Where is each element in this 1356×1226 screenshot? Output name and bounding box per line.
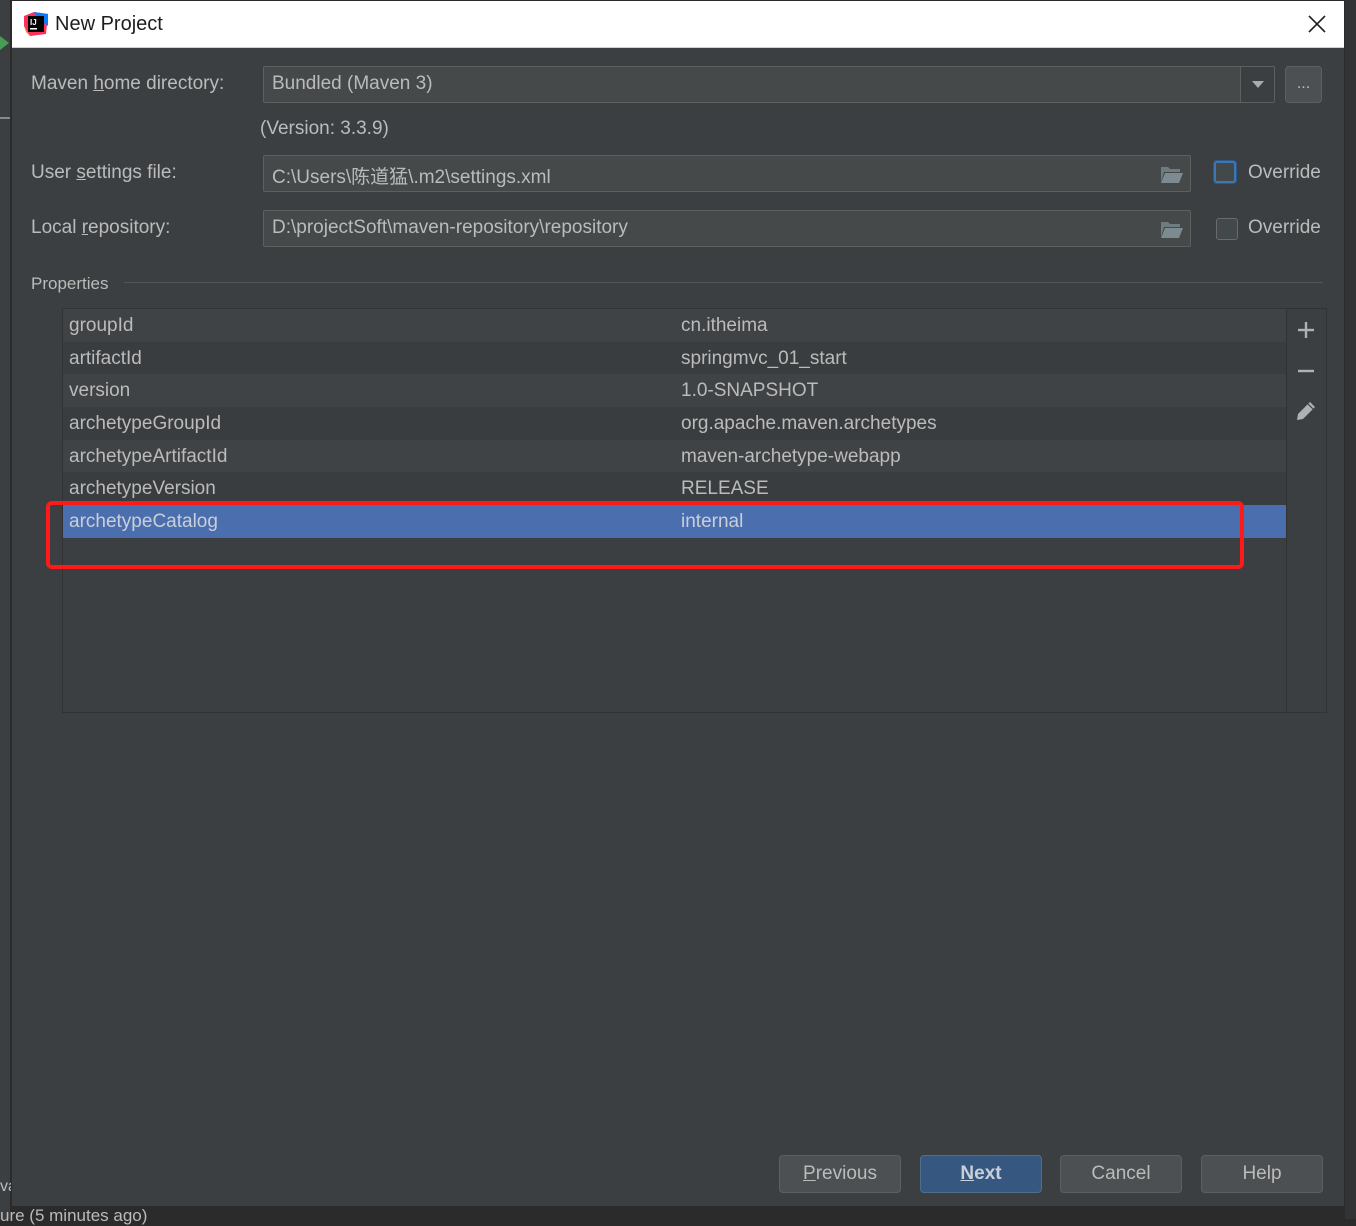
property-value: org.apache.maven.archetypes (681, 413, 937, 435)
maven-home-label: Maven home directory: (31, 73, 224, 95)
next-button[interactable]: Next (920, 1155, 1042, 1193)
table-row[interactable]: archetypeGroupId org.apache.maven.archety… (63, 407, 1286, 440)
folder-icon[interactable] (1160, 165, 1184, 183)
ide-background-left-panel (0, 0, 11, 1219)
property-value: maven-archetype-webapp (681, 445, 901, 467)
label-text: ettings file: (85, 162, 177, 183)
property-value: 1.0-SNAPSHOT (681, 380, 819, 402)
background-status-text: ure (5 minutes ago) (0, 1206, 148, 1225)
user-settings-value: C:\Users\陈道猛\.m2\settings.xml (272, 167, 551, 188)
user-settings-input[interactable]: C:\Users\陈道猛\.m2\settings.xml (263, 155, 1191, 192)
label-mnemonic: h (93, 73, 104, 94)
new-project-dialog: IJ New Project Maven home directory: Bun… (11, 0, 1345, 1207)
maven-version-text: (Version: 3.3.9) (260, 118, 389, 139)
title-bar: IJ New Project (12, 1, 1344, 48)
property-value: cn.itheima (681, 315, 768, 336)
button-text: revious (815, 1163, 877, 1184)
property-value: internal (681, 511, 744, 533)
button-text: ext (974, 1163, 1002, 1184)
local-repository-override-checkbox[interactable] (1216, 218, 1238, 240)
label-text: User (31, 162, 77, 183)
table-row[interactable]: groupId cn.itheima (63, 309, 1286, 342)
user-settings-override-label: Override (1248, 162, 1321, 183)
intellij-idea-icon: IJ (24, 12, 48, 36)
local-repository-input[interactable]: D:\projectSoft\maven-repository\reposito… (263, 210, 1191, 247)
help-button[interactable]: Help (1201, 1155, 1323, 1193)
table-row[interactable]: archetypeCatalog internal (63, 505, 1286, 538)
collapse-icon (0, 117, 10, 119)
button-mnemonic: N (960, 1163, 975, 1184)
properties-table-body: groupId cn.itheima artifactId springmvc_01_… (63, 309, 1287, 712)
property-value: RELEASE (681, 478, 769, 500)
remove-icon[interactable] (1295, 360, 1317, 382)
edit-icon[interactable] (1295, 400, 1317, 422)
chevron-down-icon[interactable] (1240, 67, 1274, 102)
close-icon[interactable] (1306, 13, 1328, 35)
maven-home-value: Bundled (Maven 3) (272, 73, 433, 94)
local-repository-value: D:\projectSoft\maven-repository\reposito… (272, 217, 628, 238)
property-key: archetypeCatalog (69, 511, 218, 533)
local-repository-override-label: Override (1248, 217, 1321, 238)
property-key: groupId (69, 315, 134, 336)
ide-background-right-panel (1345, 0, 1356, 1219)
table-row[interactable]: artifactId springmvc_01_start (63, 341, 1286, 375)
properties-section-title: Properties (31, 274, 109, 293)
label-text: Maven (31, 73, 94, 94)
property-key: archetypeGroupId (69, 413, 222, 435)
browse-maven-home-button[interactable]: ... (1285, 66, 1322, 103)
table-row[interactable]: version 1.0-SNAPSHOT (63, 374, 1286, 408)
dialog-title: New Project (55, 13, 163, 35)
button-mnemonic: P (803, 1163, 816, 1184)
properties-table: groupId cn.itheima artifactId springmvc_01_… (62, 308, 1327, 713)
cancel-button[interactable]: Cancel (1060, 1155, 1182, 1193)
user-settings-override-checkbox[interactable] (1214, 161, 1236, 183)
property-key: version (69, 380, 131, 402)
section-divider (124, 282, 1323, 283)
properties-toolbar (1287, 309, 1326, 712)
property-value: springmvc_01_start (681, 347, 847, 369)
folder-icon[interactable] (1160, 220, 1184, 238)
label-text: epository: (88, 217, 171, 238)
previous-button[interactable]: Previous (779, 1155, 901, 1193)
local-repository-label: Local repository: (31, 217, 170, 239)
maven-home-combobox[interactable]: Bundled (Maven 3) (263, 66, 1275, 103)
table-row[interactable]: archetypeVersion RELEASE (63, 472, 1286, 506)
label-text: Local (31, 217, 82, 238)
table-row[interactable]: archetypeArtifactId maven-archetype-webap… (63, 439, 1286, 473)
property-key: artifactId (69, 347, 142, 369)
label-text: ome directory: (103, 73, 225, 94)
property-key: archetypeVersion (69, 478, 216, 500)
property-key: archetypeArtifactId (69, 445, 228, 467)
label-mnemonic: s (76, 162, 86, 183)
svg-text:IJ: IJ (30, 18, 37, 27)
add-icon[interactable] (1295, 319, 1317, 341)
run-icon (0, 36, 9, 50)
user-settings-label: User settings file: (31, 162, 177, 184)
